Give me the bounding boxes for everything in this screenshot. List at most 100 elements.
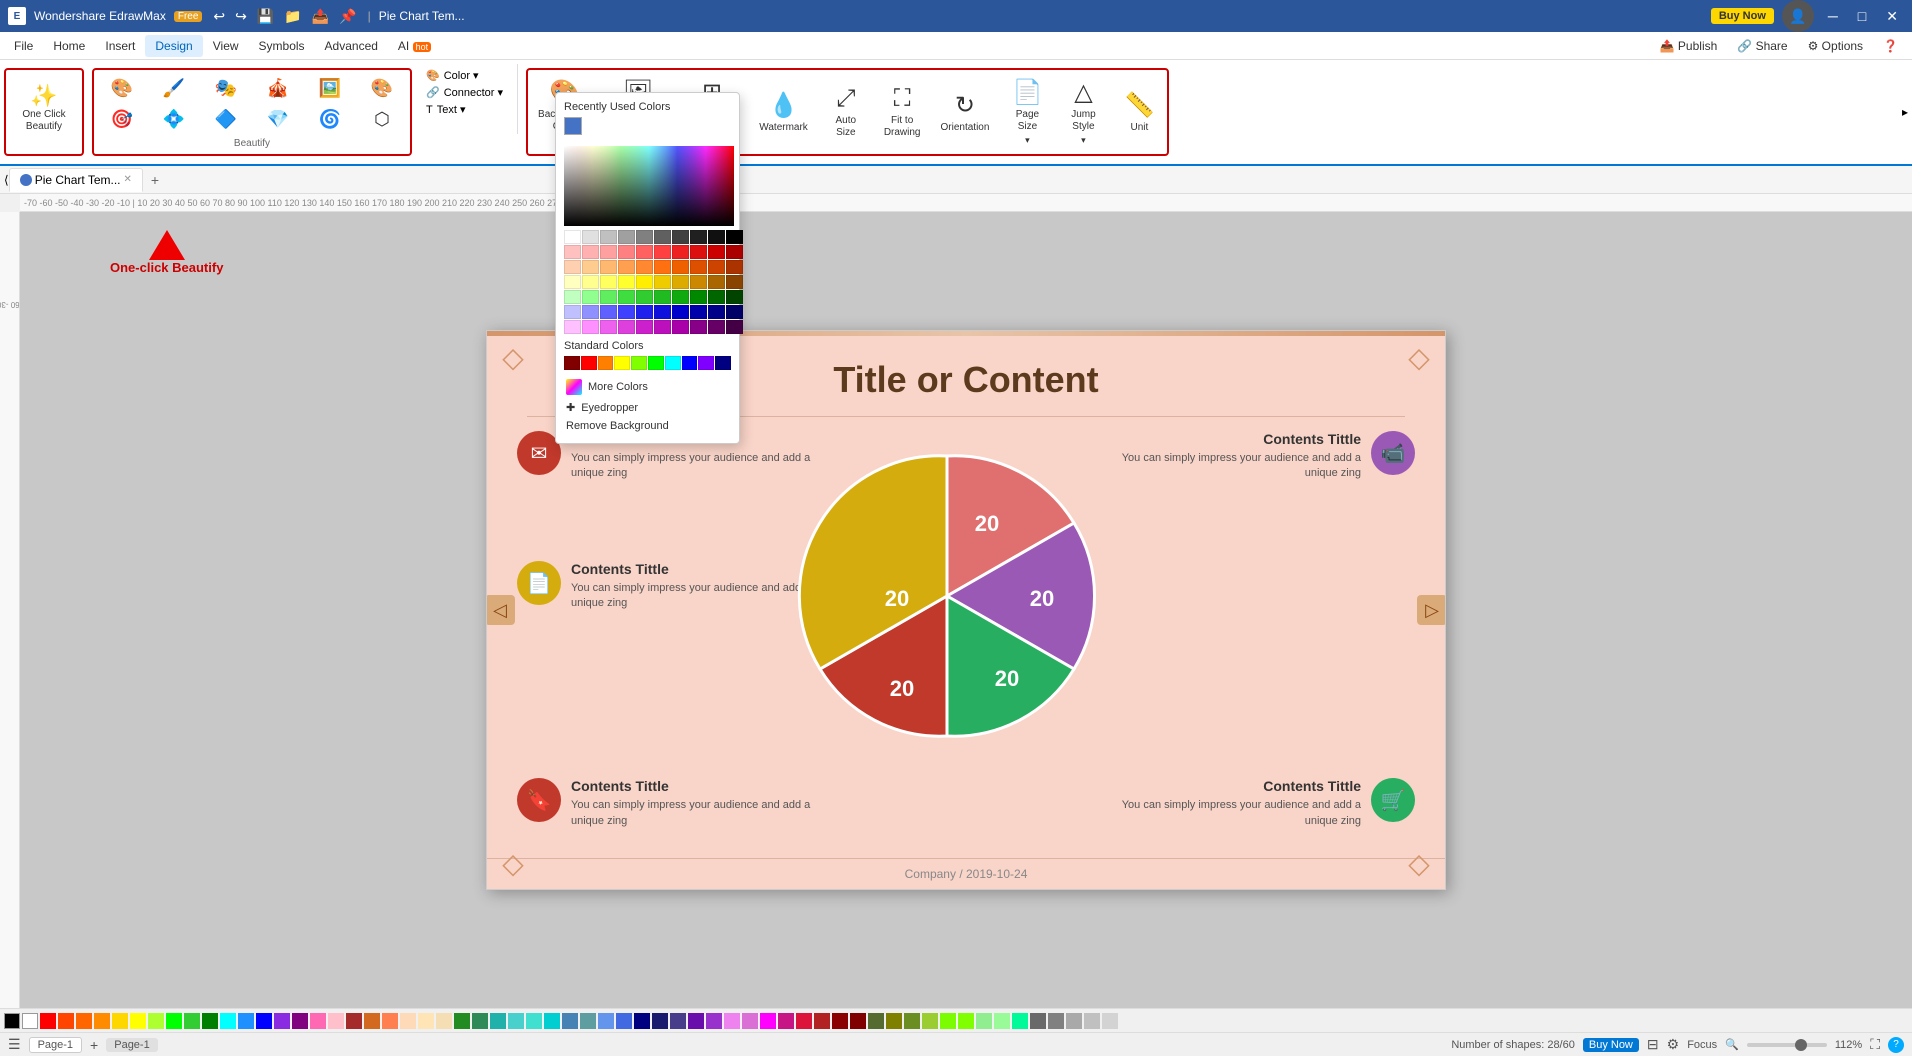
color-bar-firebrick[interactable] xyxy=(814,1013,830,1029)
color-bar-magenta[interactable] xyxy=(760,1013,776,1029)
status-buy-now-btn[interactable]: Buy Now xyxy=(1583,1038,1639,1052)
color-p10[interactable] xyxy=(726,320,743,334)
color-bar-gold[interactable] xyxy=(112,1013,128,1029)
color-g3[interactable] xyxy=(600,290,617,304)
color-gray2[interactable] xyxy=(600,230,617,244)
color-g2[interactable] xyxy=(582,290,599,304)
color-b7[interactable] xyxy=(672,305,689,319)
menu-file[interactable]: File xyxy=(4,35,43,57)
color-bar-olivedrab[interactable] xyxy=(904,1013,920,1029)
color-bar-navy[interactable] xyxy=(634,1013,650,1029)
menu-advanced[interactable]: Advanced xyxy=(315,35,388,57)
color-y8[interactable] xyxy=(690,275,707,289)
color-bar-cyan[interactable] xyxy=(220,1013,236,1029)
color-bar-yellowgreen2[interactable] xyxy=(922,1013,938,1029)
open-btn[interactable]: 📁 xyxy=(281,6,304,27)
color-p5[interactable] xyxy=(636,320,653,334)
color-y1[interactable] xyxy=(564,275,581,289)
color-gray5[interactable] xyxy=(654,230,671,244)
page-1-label[interactable]: Page-1 xyxy=(106,1038,157,1052)
page-tab-1[interactable]: Page-1 xyxy=(29,1037,82,1053)
color-bar-coral[interactable] xyxy=(382,1013,398,1029)
color-o2[interactable] xyxy=(582,260,599,274)
menu-view[interactable]: View xyxy=(203,35,249,57)
color-bar-turquoise[interactable] xyxy=(526,1013,542,1029)
std-orange[interactable] xyxy=(598,356,614,370)
menu-ai[interactable]: AI hot xyxy=(388,35,441,57)
text-format-button[interactable]: T Text ▾ xyxy=(422,102,507,117)
color-bar-pink[interactable] xyxy=(328,1013,344,1029)
ribbon-expand-btn[interactable]: ▸ xyxy=(1902,105,1908,119)
color-b1[interactable] xyxy=(564,305,581,319)
color-g7[interactable] xyxy=(672,290,689,304)
std-cyan[interactable] xyxy=(665,356,681,370)
style-3-button[interactable]: 🎭 xyxy=(202,74,250,103)
color-o7[interactable] xyxy=(672,260,689,274)
color-b5[interactable] xyxy=(636,305,653,319)
color-bar-cadetblue[interactable] xyxy=(580,1013,596,1029)
color-gray7[interactable] xyxy=(690,230,707,244)
color-p2[interactable] xyxy=(582,320,599,334)
color-o4[interactable] xyxy=(618,260,635,274)
pin-btn[interactable]: 📌 xyxy=(336,6,359,27)
orientation-button[interactable]: ↻ Orientation xyxy=(935,77,996,147)
color-o1[interactable] xyxy=(564,260,581,274)
color-o9[interactable] xyxy=(708,260,725,274)
auto-size-button[interactable]: ⤢ AutoSize xyxy=(822,77,870,147)
add-page-btn[interactable]: + xyxy=(90,1037,98,1053)
style-11-button[interactable]: 🌀 xyxy=(306,105,354,134)
color-r7[interactable] xyxy=(672,245,689,259)
color-bar-darkslateblue[interactable] xyxy=(670,1013,686,1029)
user-avatar[interactable]: 👤 xyxy=(1782,0,1814,32)
color-g6[interactable] xyxy=(654,290,671,304)
tab-nav-prev[interactable]: ⟨ xyxy=(4,173,9,187)
color-b6[interactable] xyxy=(654,305,671,319)
color-button[interactable]: 🎨 Color ▾ xyxy=(422,68,507,83)
color-bar-olive[interactable] xyxy=(886,1013,902,1029)
tab-close-icon[interactable]: ✕ xyxy=(124,174,132,185)
color-bar-wheat[interactable] xyxy=(436,1013,452,1029)
slide-next-button[interactable]: ▷ xyxy=(1417,595,1446,625)
color-bar-blue[interactable] xyxy=(256,1013,272,1029)
std-blue[interactable] xyxy=(682,356,698,370)
style-6-button[interactable]: 🎨 xyxy=(358,74,406,103)
color-y7[interactable] xyxy=(672,275,689,289)
color-g9[interactable] xyxy=(708,290,725,304)
color-y2[interactable] xyxy=(582,275,599,289)
connector-button[interactable]: 🔗 Connector ▾ xyxy=(422,85,507,100)
tab-add-button[interactable]: + xyxy=(145,170,165,190)
color-y10[interactable] xyxy=(726,275,743,289)
color-bar-crimson[interactable] xyxy=(796,1013,812,1029)
color-b8[interactable] xyxy=(690,305,707,319)
color-bar-steelblue[interactable] xyxy=(562,1013,578,1029)
minimize-button[interactable]: ─ xyxy=(1822,8,1844,24)
color-y4[interactable] xyxy=(618,275,635,289)
color-bar-orchid[interactable] xyxy=(742,1013,758,1029)
color-bar-brown[interactable] xyxy=(346,1013,362,1029)
color-bar-maroon[interactable] xyxy=(850,1013,866,1029)
slide-prev-button[interactable]: ◁ xyxy=(486,595,515,625)
color-bar-darkturquoise[interactable] xyxy=(544,1013,560,1029)
style-10-button[interactable]: 💎 xyxy=(254,105,302,134)
color-r8[interactable] xyxy=(690,245,707,259)
color-bar-redorange[interactable] xyxy=(58,1013,74,1029)
color-bar-midnightblue[interactable] xyxy=(652,1013,668,1029)
help-bubble-btn[interactable]: ? xyxy=(1888,1037,1904,1053)
fit-window-btn[interactable]: ⛶ xyxy=(1870,1036,1880,1053)
menu-design[interactable]: Design xyxy=(145,35,202,57)
more-colors-action[interactable]: More Colors xyxy=(564,376,731,398)
color-o8[interactable] xyxy=(690,260,707,274)
close-button[interactable]: ✕ xyxy=(1880,8,1904,25)
color-bar-violet[interactable] xyxy=(688,1013,704,1029)
color-bar-darkorange[interactable] xyxy=(94,1013,110,1029)
color-g1[interactable] xyxy=(564,290,581,304)
color-b9[interactable] xyxy=(708,305,725,319)
share-btn[interactable]: 🔗 Share xyxy=(1727,35,1797,57)
watermark-button[interactable]: 💧 Watermark xyxy=(753,77,814,147)
color-bar-yellow[interactable] xyxy=(130,1013,146,1029)
color-gradient-palette[interactable] xyxy=(564,146,734,226)
color-p4[interactable] xyxy=(618,320,635,334)
jump-style-button[interactable]: △ JumpStyle ▾ xyxy=(1059,74,1107,150)
color-bar-forestgreen[interactable] xyxy=(454,1013,470,1029)
color-y5[interactable] xyxy=(636,275,653,289)
